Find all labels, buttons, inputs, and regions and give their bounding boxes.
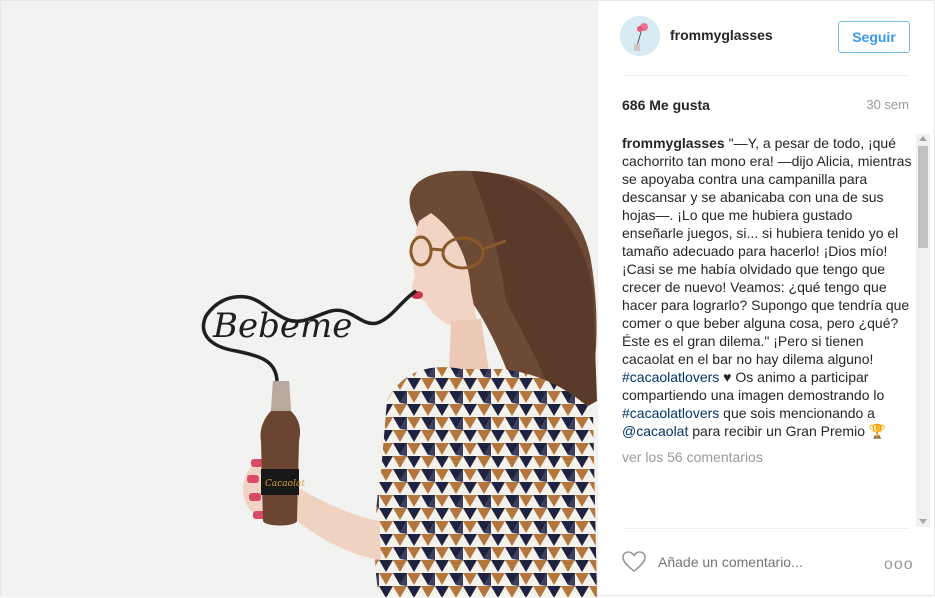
follow-button[interactable]: Seguir [838, 21, 910, 53]
caption-mention[interactable]: @cacaolat [622, 423, 688, 439]
post-header: frommyglasses Seguir [598, 1, 935, 75]
caption-text-3: que sois mencionando a [723, 405, 875, 421]
comment-input[interactable] [656, 553, 860, 571]
trophy-emoji: 🏆 [868, 423, 887, 439]
caption-text-4: para recibir un Gran Premio [692, 423, 865, 439]
caption-area: frommyglasses "—Y, a pesar de todo, ¡qué… [622, 134, 912, 526]
comments-scrollbar[interactable] [916, 134, 930, 527]
scrollbar-thumb[interactable] [918, 146, 928, 248]
footer-divider [622, 528, 909, 529]
like-count[interactable]: 686 Me gusta [622, 97, 710, 113]
view-comments-link[interactable]: ver los 56 comentarios [622, 448, 912, 466]
avatar-image [620, 16, 660, 56]
heart-emoji: ♥ [723, 369, 732, 385]
heart-icon[interactable] [622, 551, 646, 573]
post-photo[interactable]: Cacaolat Bebeme [1, 1, 597, 597]
scroll-up-arrow-icon[interactable] [919, 136, 927, 141]
bottle-label: Cacaolat [265, 479, 305, 489]
post-username[interactable]: frommyglasses [670, 27, 773, 43]
caption-hashtag-1[interactable]: #cacaolatlovers [622, 369, 719, 385]
caption-hashtag-2[interactable]: #cacaolatlovers [622, 405, 719, 421]
scroll-down-arrow-icon[interactable] [919, 519, 927, 524]
post-timestamp[interactable]: 30 sem [866, 97, 909, 112]
more-options-icon[interactable]: ooo [884, 556, 914, 574]
avatar[interactable] [620, 16, 660, 56]
photo-illustration: Cacaolat Bebeme [1, 1, 597, 597]
caption-author[interactable]: frommyglasses [622, 135, 725, 151]
caption-text-1: "—Y, a pesar de todo, ¡qué cachorrito ta… [622, 135, 912, 367]
straw-lettering: Bebeme [212, 306, 352, 346]
post-container: Cacaolat Bebeme frommyglasses Seguir 686… [0, 0, 935, 597]
post-side-panel: frommyglasses Seguir 686 Me gusta 30 sem… [597, 1, 935, 597]
header-divider [622, 75, 909, 76]
